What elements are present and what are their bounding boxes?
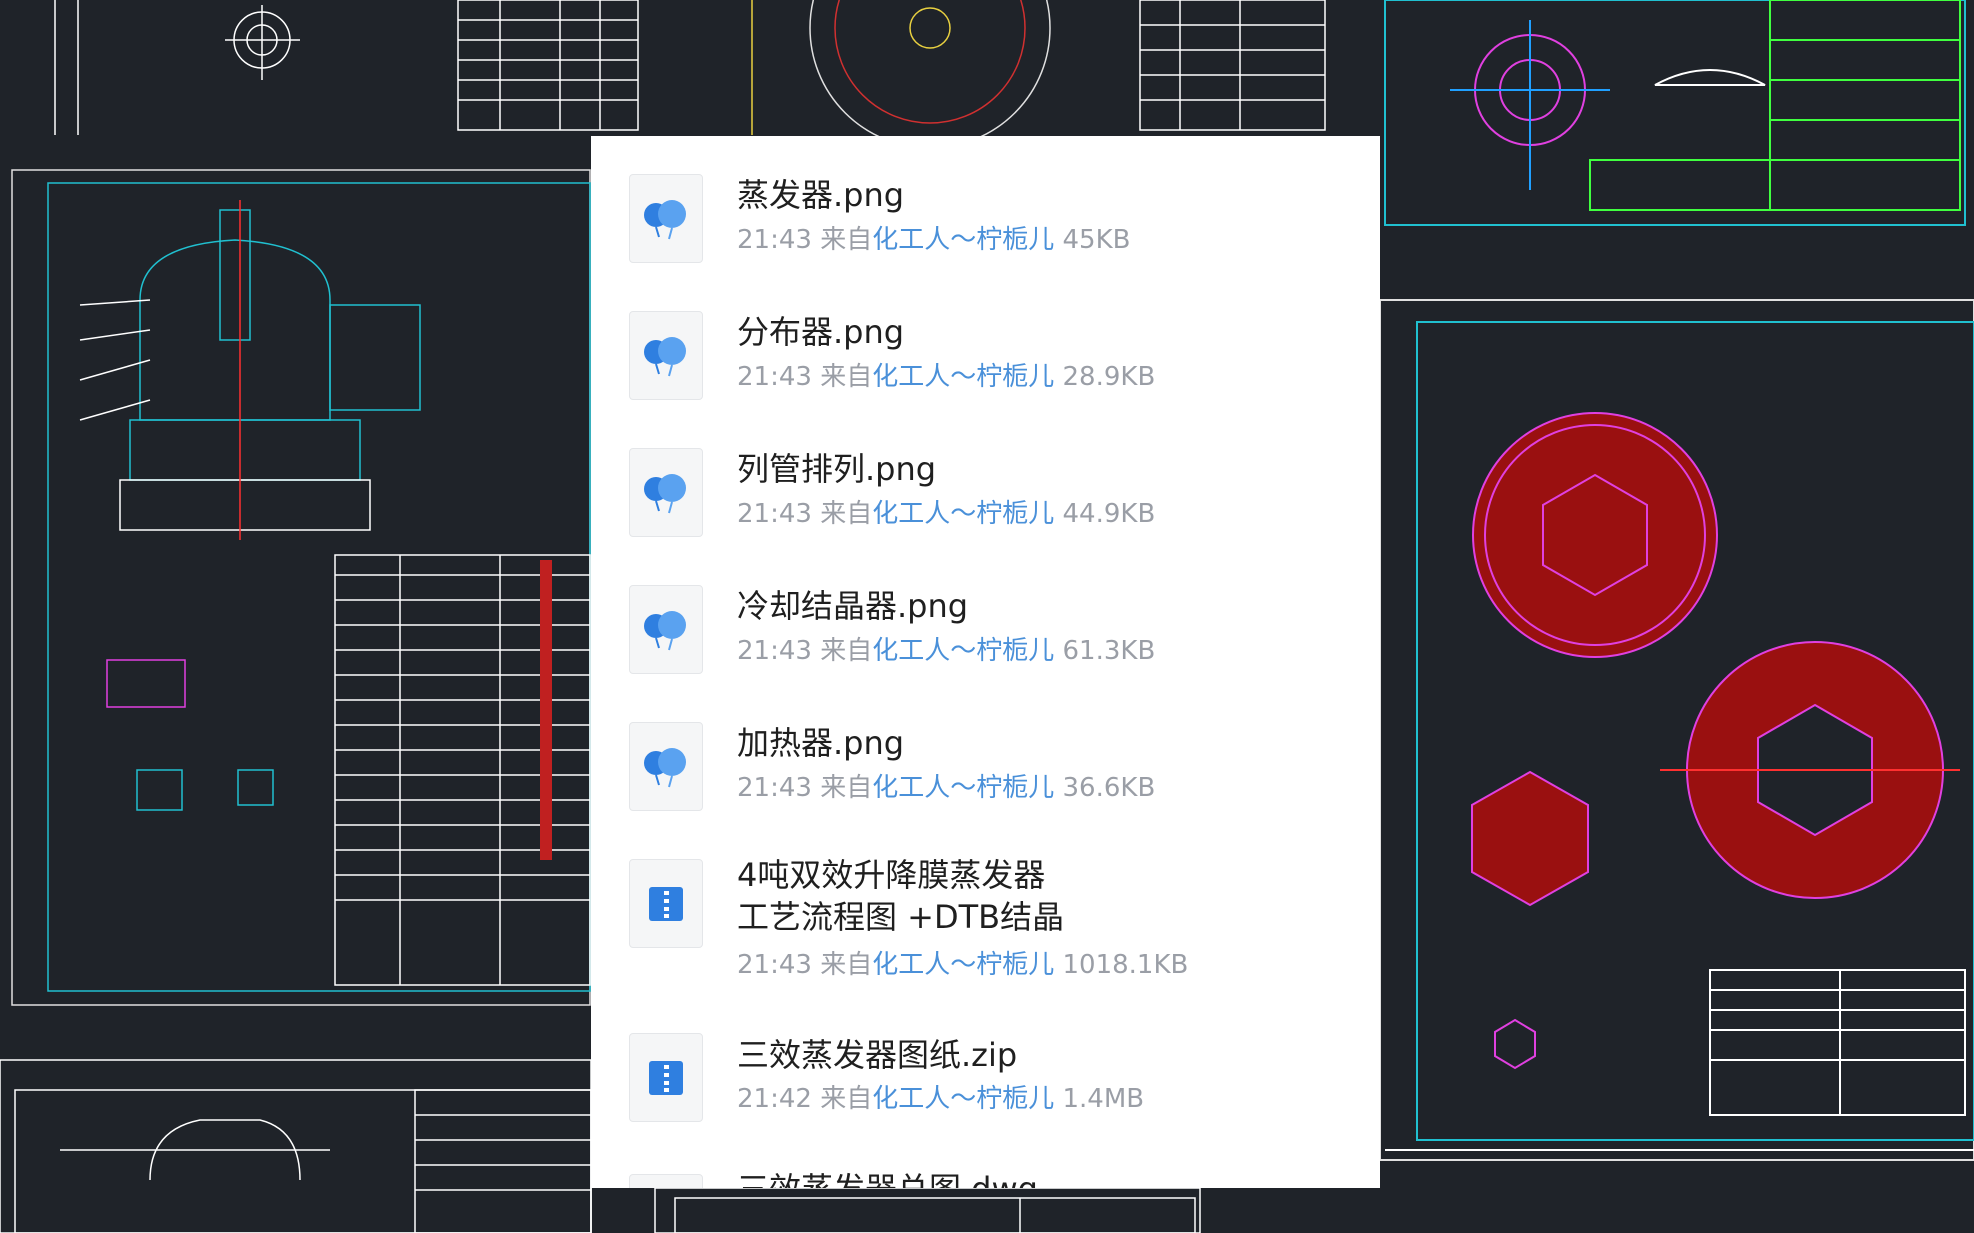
file-meta: 21:43 来自化工人～柠栀儿 44.9KB	[737, 497, 1155, 531]
file-time: 21:43	[737, 773, 812, 803]
file-name-line2: 工艺流程图 +DTB结晶	[737, 898, 1065, 936]
file-from: 来自	[820, 950, 873, 980]
image-balloon-icon	[629, 585, 703, 674]
file-item[interactable]: 蒸发器.png 21:43 来自化工人～柠栀儿 45KB	[591, 136, 1380, 273]
image-balloon-icon-glyph	[644, 199, 686, 239]
file-from: 来自	[820, 499, 873, 529]
file-meta: 21:43 来自化工人～柠栀儿 36.6KB	[737, 771, 1155, 805]
file-list-panel: 蒸发器.png 21:43 来自化工人～柠栀儿 45KB 分布器.png 21:…	[591, 136, 1380, 1188]
image-balloon-icon-glyph	[644, 473, 686, 513]
file-sender[interactable]: 化工人～柠栀儿	[872, 950, 1054, 980]
file-time: 21:43	[737, 225, 812, 255]
file-meta: 21:43 来自化工人～柠栀儿 45KB	[737, 223, 1130, 257]
file-size: 28.9KB	[1062, 362, 1156, 392]
file-item[interactable]: 列管排列.png 21:43 来自化工人～柠栀儿 44.9KB	[591, 410, 1380, 547]
image-balloon-icon-glyph	[644, 747, 686, 787]
file-item[interactable]: 三效蒸发器图纸.zip 21:42 来自化工人～柠栀儿 1.4MB	[591, 1001, 1380, 1138]
file-name-line1: 4吨双效升降膜蒸发器	[737, 856, 1046, 894]
file-name: 列管排列.png	[737, 450, 937, 488]
file-meta: 21:43 来自化工人～柠栀儿 1018.1KB	[737, 948, 1188, 982]
file-from: 来自	[820, 636, 873, 666]
image-balloon-icon	[629, 722, 703, 811]
file-from: 来自	[820, 225, 873, 255]
file-sender[interactable]: 化工人～柠栀儿	[872, 773, 1054, 803]
file-sender[interactable]: 化工人～柠栀儿	[872, 225, 1054, 255]
file-time: 21:43	[737, 950, 812, 980]
file-name: 加热器.png	[737, 724, 905, 762]
file-size: 61.3KB	[1062, 636, 1156, 666]
image-balloon-icon	[629, 448, 703, 537]
file-sender[interactable]: 化工人～柠栀儿	[872, 499, 1054, 529]
file-meta: 21:43 来自化工人～柠栀儿 28.9KB	[737, 360, 1155, 394]
file-item[interactable]: 加热器.png 21:43 来自化工人～柠栀儿 36.6KB	[591, 684, 1380, 821]
file-from: 来自	[820, 773, 873, 803]
file-size: 36.6KB	[1062, 773, 1156, 803]
file-name: 三效蒸发器图纸.zip	[737, 1036, 1018, 1074]
image-balloon-icon-glyph	[644, 610, 686, 650]
file-sender[interactable]: 化工人～柠栀儿	[872, 362, 1054, 392]
file-name: 三效蒸发器总图.dwg	[737, 1168, 1038, 1188]
file-sender[interactable]: 化工人～柠栀儿	[872, 636, 1054, 666]
file-meta: 21:42 来自化工人～柠栀儿 1.4MB	[737, 1082, 1144, 1116]
file-item[interactable]: 4吨双效升降膜蒸发器 工艺流程图 +DTB结晶 21:43 来自化工人～柠栀儿 …	[591, 821, 1380, 1001]
file-time: 21:42	[737, 1084, 812, 1114]
file-size: 1.4MB	[1062, 1084, 1145, 1114]
image-balloon-icon	[629, 311, 703, 400]
file-sender[interactable]: 化工人～柠栀儿	[872, 1084, 1054, 1114]
file-icon	[629, 1174, 703, 1188]
file-time: 21:43	[737, 636, 812, 666]
file-size: 1018.1KB	[1062, 950, 1189, 980]
file-name: 分布器.png	[737, 313, 905, 351]
zip-file-icon-glyph	[649, 886, 683, 921]
zip-file-icon	[629, 859, 703, 948]
file-from: 来自	[820, 1084, 873, 1114]
file-size: 44.9KB	[1062, 499, 1156, 529]
file-meta: 21:43 来自化工人～柠栀儿 61.3KB	[737, 634, 1155, 668]
file-name: 蒸发器.png	[737, 176, 905, 214]
file-time: 21:43	[737, 499, 812, 529]
file-size: 45KB	[1062, 225, 1131, 255]
image-balloon-icon	[629, 174, 703, 263]
file-time: 21:43	[737, 362, 812, 392]
file-from: 来自	[820, 362, 873, 392]
file-item[interactable]: 三效蒸发器总图.dwg	[591, 1138, 1380, 1188]
zip-file-icon	[629, 1033, 703, 1122]
file-name: 冷却结晶器.png	[737, 587, 969, 625]
zip-file-icon-glyph	[649, 1060, 683, 1095]
image-balloon-icon-glyph	[644, 336, 686, 376]
file-item[interactable]: 分布器.png 21:43 来自化工人～柠栀儿 28.9KB	[591, 273, 1380, 410]
file-item[interactable]: 冷却结晶器.png 21:43 来自化工人～柠栀儿 61.3KB	[591, 547, 1380, 684]
